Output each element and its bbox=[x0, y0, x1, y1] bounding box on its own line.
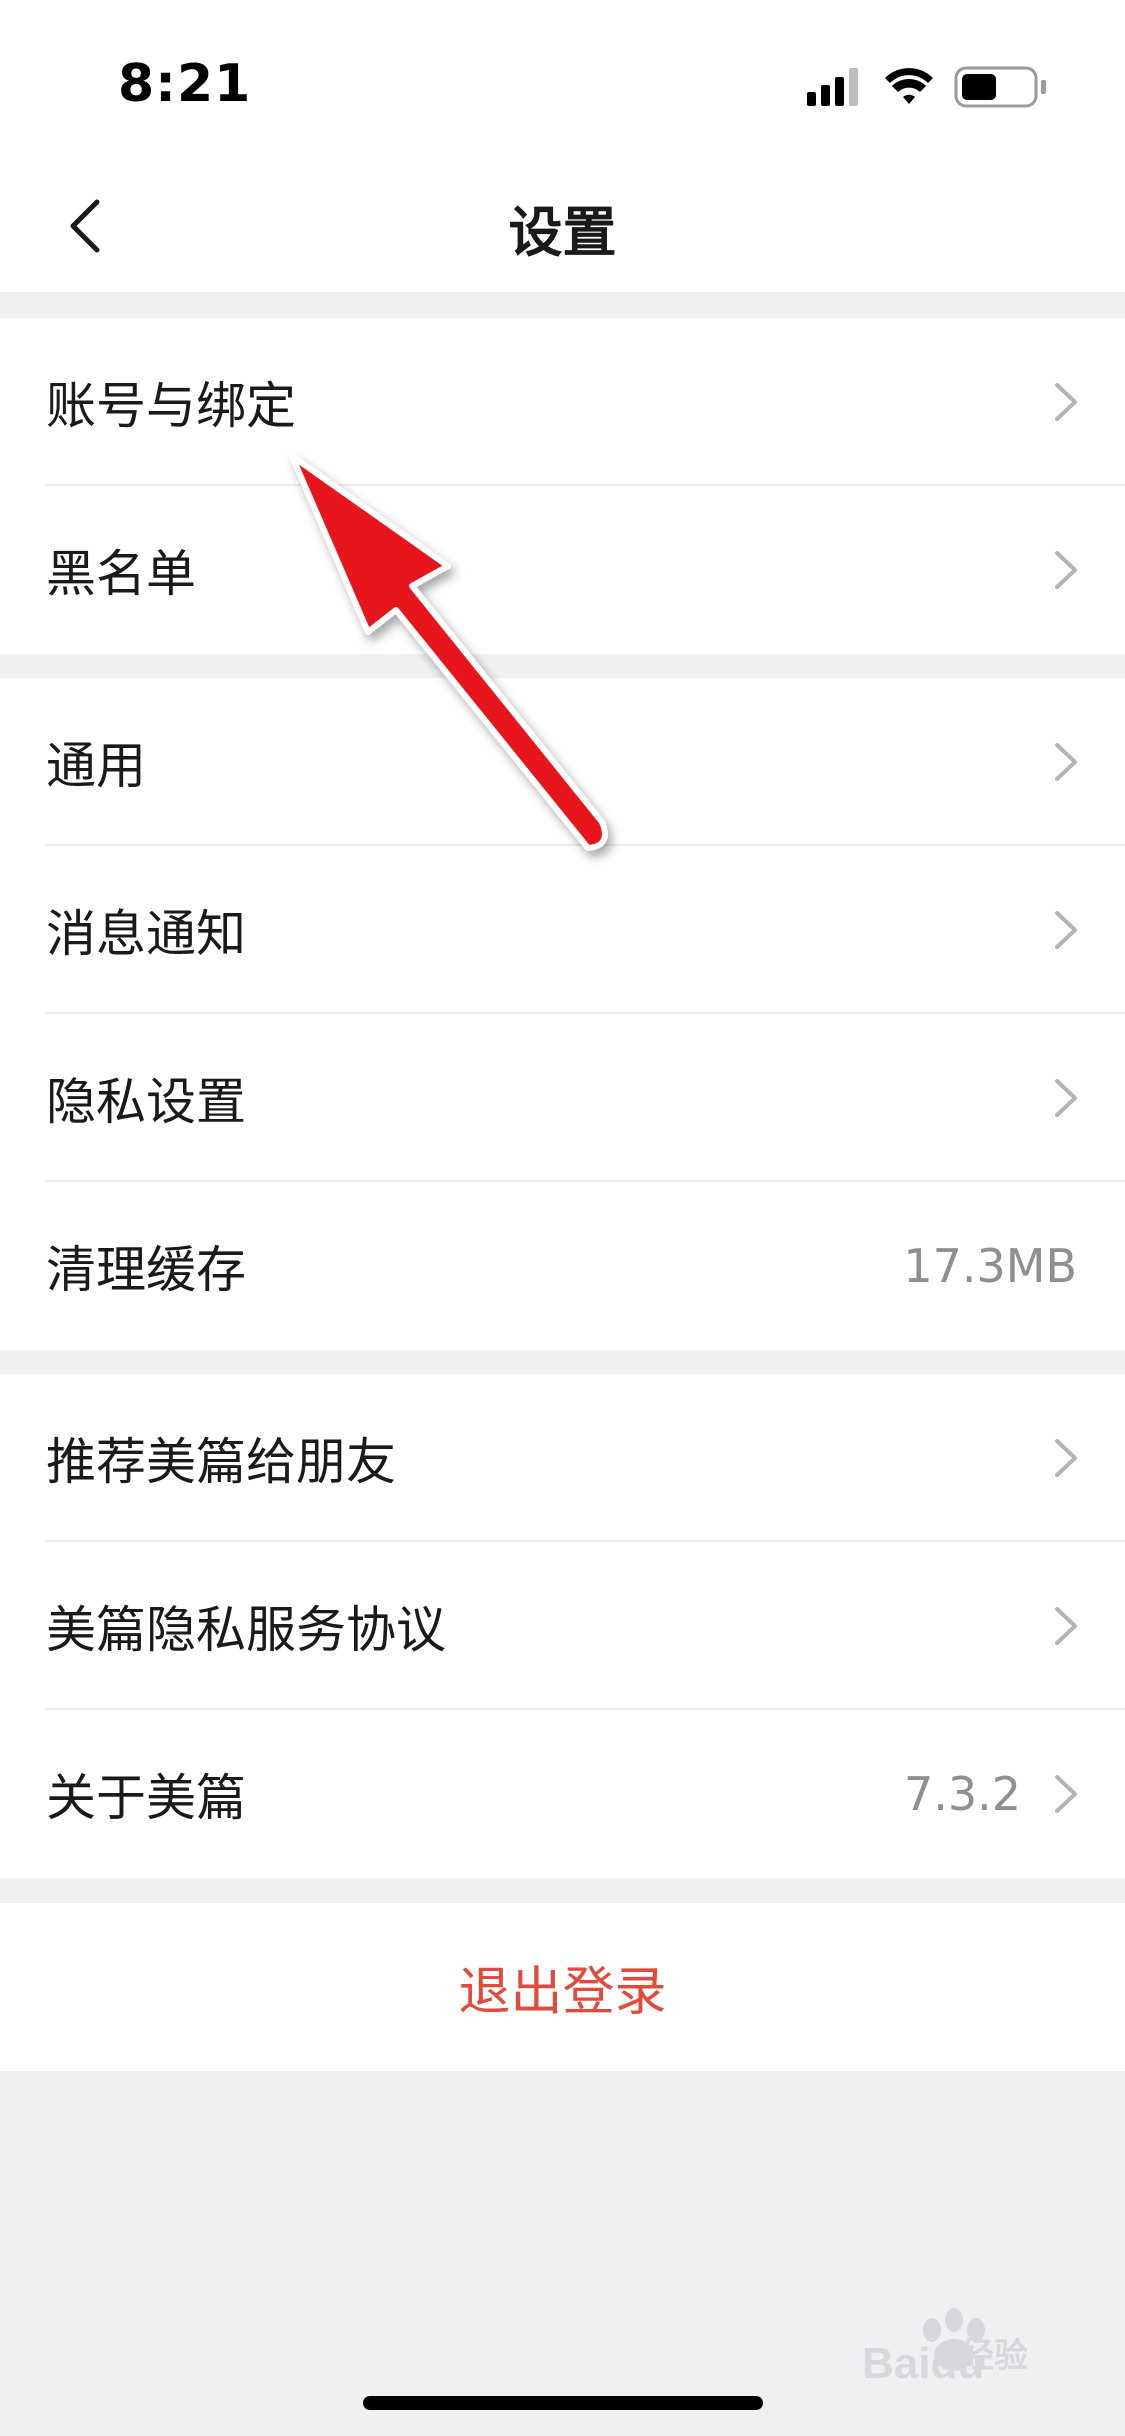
settings-group-about: 推荐美篇给朋友 美篇隐私服务协议 关于美篇 7.3.2 bbox=[0, 1374, 1125, 1878]
status-time: 8:21 bbox=[118, 54, 252, 114]
chevron-right-icon bbox=[1055, 383, 1077, 421]
chevron-right-icon bbox=[1055, 743, 1077, 781]
settings-group-account: 账号与绑定 黑名单 bbox=[0, 318, 1125, 654]
row-clear-cache[interactable]: 清理缓存 17.3MB bbox=[0, 1182, 1125, 1350]
app-version-value: 7.3.2 bbox=[903, 1767, 1021, 1821]
chevron-right-icon bbox=[1055, 1439, 1077, 1477]
watermark-text: 经验 bbox=[960, 2336, 1028, 2376]
navigation-bar: 设置 bbox=[0, 150, 1125, 292]
chevron-right-icon bbox=[1055, 911, 1077, 949]
row-privacy-agreement[interactable]: 美篇隐私服务协议 bbox=[0, 1542, 1125, 1710]
status-icons bbox=[807, 66, 1046, 108]
status-bar: 8:21 bbox=[0, 0, 1125, 150]
row-label: 黑名单 bbox=[46, 545, 196, 603]
chevron-right-icon bbox=[1055, 1079, 1077, 1117]
row-privacy-settings[interactable]: 隐私设置 bbox=[0, 1014, 1125, 1182]
settings-group-general: 通用 消息通知 隐私设置 清理缓存 17.3MB bbox=[0, 678, 1125, 1350]
row-general[interactable]: 通用 bbox=[0, 678, 1125, 846]
cache-size-value: 17.3MB bbox=[903, 1239, 1077, 1293]
battery-icon bbox=[954, 66, 1046, 108]
row-label: 账号与绑定 bbox=[46, 377, 296, 435]
row-label: 消息通知 bbox=[46, 905, 246, 963]
row-label: 关于美篇 bbox=[46, 1769, 246, 1827]
logout-button[interactable]: 退出登录 bbox=[0, 1950, 1125, 2025]
row-about-meipian[interactable]: 关于美篇 7.3.2 bbox=[0, 1710, 1125, 1878]
row-label: 清理缓存 bbox=[46, 1241, 246, 1299]
home-indicator bbox=[363, 2396, 763, 2410]
row-recommend-to-friends[interactable]: 推荐美篇给朋友 bbox=[0, 1374, 1125, 1542]
signal-icon bbox=[807, 68, 858, 106]
logout-group: 退出登录 bbox=[0, 1903, 1125, 2071]
row-blacklist[interactable]: 黑名单 bbox=[0, 486, 1125, 654]
row-label: 隐私设置 bbox=[46, 1073, 246, 1131]
row-account-binding[interactable]: 账号与绑定 bbox=[0, 318, 1125, 486]
chevron-right-icon bbox=[1055, 551, 1077, 589]
row-label: 推荐美篇给朋友 bbox=[46, 1433, 396, 1491]
chevron-right-icon bbox=[1055, 1775, 1077, 1813]
row-label: 美篇隐私服务协议 bbox=[46, 1601, 446, 1659]
page-title: 设置 bbox=[508, 201, 617, 264]
wifi-icon bbox=[885, 68, 933, 104]
row-label: 通用 bbox=[46, 737, 146, 795]
row-notifications[interactable]: 消息通知 bbox=[0, 846, 1125, 1014]
chevron-right-icon bbox=[1055, 1607, 1077, 1645]
